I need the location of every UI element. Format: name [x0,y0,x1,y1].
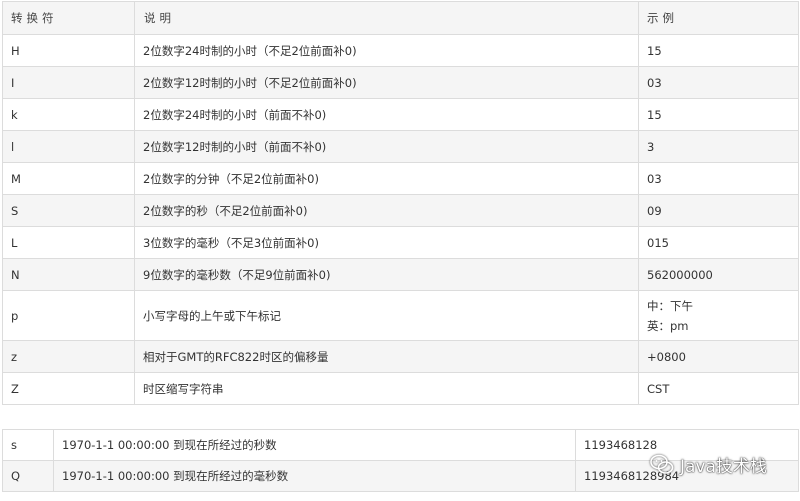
table-row: k 2位数字24时制的小时（前面不补0) 15 [2,98,799,131]
description-cell: 2位数字24时制的小时（不足2位前面补0) [134,34,639,67]
example-line: 15 [647,107,662,122]
converter-cell: M [2,162,135,195]
converter-cell: L [2,226,135,259]
example-cell: +0800 [638,340,799,373]
converter-cell: s [2,429,54,461]
table-row: p 小写字母的上午或下午标记 中：下午英：pm [2,290,799,341]
description-cell: 2位数字的分钟（不足2位前面补0) [134,162,639,195]
example-line: 015 [647,235,669,250]
example-line: +0800 [647,349,686,364]
description-cell: 2位数字的秒（不足2位前面补0) [134,194,639,227]
converter-cell: k [2,98,135,131]
example-line: 中：下午 [647,298,693,313]
example-line: 562000000 [647,267,713,282]
example-line: 03 [647,75,662,90]
converter-cell: H [2,34,135,67]
table-row: I 2位数字12时制的小时（不足2位前面补0) 03 [2,66,799,99]
example-line: 英：pm [647,318,689,333]
example-cell: 3 [638,130,799,163]
description-cell: 2位数字24时制的小时（前面不补0) [134,98,639,131]
table-row: L 3位数字的毫秒（不足3位前面补0) 015 [2,226,799,259]
table-row: z 相对于GMT的RFC822时区的偏移量 +0800 [2,340,799,373]
description-cell: 小写字母的上午或下午标记 [134,290,639,341]
converter-cell: N [2,258,135,291]
converter-cell: z [2,340,135,373]
description-cell: 1970-1-1 00:00:00 到现在所经过的秒数 [53,429,576,461]
example-cell: 03 [638,162,799,195]
header-converter: 转换符 [2,1,135,35]
description-cell: 9位数字的毫秒数（不足9位前面补0) [134,258,639,291]
example-line: 09 [647,203,662,218]
example-cell: 09 [638,194,799,227]
table-row: N 9位数字的毫秒数（不足9位前面补0) 562000000 [2,258,799,291]
example-line: CST [647,381,670,396]
table-header-row: 转换符 说明 示例 [2,1,799,35]
description-cell: 2位数字12时制的小时（前面不补0) [134,130,639,163]
example-cell: 015 [638,226,799,259]
header-example: 示例 [638,1,799,35]
converter-cell: p [2,290,135,341]
table-row: S 2位数字的秒（不足2位前面补0) 09 [2,194,799,227]
converter-cell: Q [2,460,54,492]
example-line: 15 [647,43,662,58]
example-cell: 03 [638,66,799,99]
format-converter-table: 转换符 说明 示例 H 2位数字24时制的小时（不足2位前面补0) 15 I 2位数字1… [2,1,799,405]
example-cell: 15 [638,34,799,67]
description-cell: 2位数字12时制的小时（不足2位前面补0) [134,66,639,99]
description-cell: 时区缩写字符串 [134,372,639,405]
converter-cell: I [2,66,135,99]
example-line: 03 [647,171,662,186]
description-cell: 3位数字的毫秒（不足3位前面补0) [134,226,639,259]
wechat-icon [650,454,674,474]
table-row: M 2位数字的分钟（不足2位前面补0) 03 [2,162,799,195]
table-row: Z 时区缩写字符串 CST [2,372,799,405]
example-cell: CST [638,372,799,405]
example-cell: 中：下午英：pm [638,290,799,341]
watermark: Java技术栈 [650,452,767,477]
example-line: 3 [647,139,655,154]
example-cell: 562000000 [638,258,799,291]
converter-cell: Z [2,372,135,405]
example-cell: 15 [638,98,799,131]
table-row: l 2位数字12时制的小时（前面不补0) 3 [2,130,799,163]
converter-cell: S [2,194,135,227]
description-cell: 1970-1-1 00:00:00 到现在所经过的毫秒数 [53,460,576,492]
page: 转换符 说明 示例 H 2位数字24时制的小时（不足2位前面补0) 15 I 2位数字1… [0,0,800,501]
description-cell: 相对于GMT的RFC822时区的偏移量 [134,340,639,373]
watermark-text: Java技术栈 [680,457,767,477]
converter-cell: l [2,130,135,163]
header-description: 说明 [134,1,639,35]
table-row: H 2位数字24时制的小时（不足2位前面补0) 15 [2,34,799,67]
